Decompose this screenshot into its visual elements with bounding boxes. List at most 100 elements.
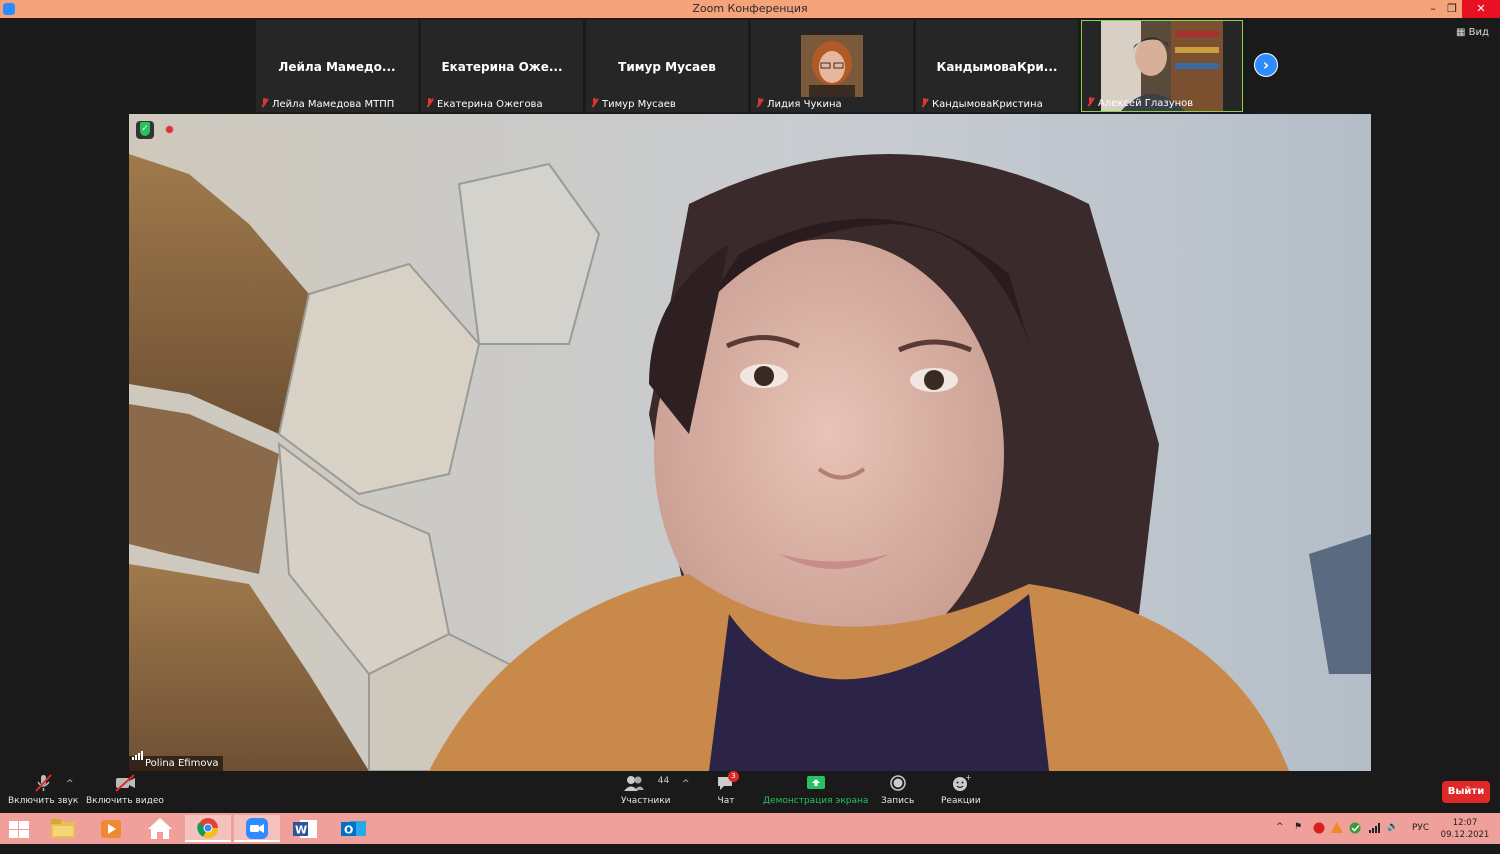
mic-muted-icon xyxy=(260,98,269,108)
taskbar-home[interactable] xyxy=(137,815,183,842)
share-screen-icon xyxy=(806,776,825,789)
taskbar-word[interactable]: W xyxy=(282,815,328,842)
participant-tile[interactable]: Лидия Чукина xyxy=(751,20,913,112)
participant-label-text: Лейла Мамедова МТПП xyxy=(272,99,395,110)
volume-icon[interactable]: 🔊 xyxy=(1387,822,1398,853)
clock-time: 12:07 xyxy=(1452,818,1478,828)
leave-meeting-button[interactable]: Выйти xyxy=(1442,781,1490,803)
participant-display-name: КандымоваКри... xyxy=(936,60,1058,74)
view-button[interactable]: ▦ Вид xyxy=(1456,27,1489,38)
outlook-icon: O xyxy=(341,821,366,837)
speaker-video-frame xyxy=(129,114,1371,771)
mic-muted-icon xyxy=(35,774,52,792)
participant-label: Лидия Чукина xyxy=(755,98,842,110)
record-label: Запись xyxy=(881,796,915,806)
chat-icon-group: 3 xyxy=(716,771,739,792)
restore-icon[interactable]: ❐ xyxy=(1441,0,1463,18)
chrome-icon xyxy=(197,818,218,838)
participant-label: Екатерина Ожегова xyxy=(425,98,543,110)
view-button-label: Вид xyxy=(1468,27,1489,38)
reactions-button[interactable]: + Реакции xyxy=(941,774,981,806)
taskbar-zoom[interactable] xyxy=(234,815,280,842)
grid-icon: ▦ xyxy=(1456,27,1466,38)
video-off-icon xyxy=(115,774,135,792)
participants-label: Участники xyxy=(621,796,671,806)
participants-icon-group: 44 xyxy=(623,774,669,792)
gallery-next-page-button[interactable]: › xyxy=(1254,53,1278,77)
share-screen-label: Демонстрация экрана xyxy=(763,796,869,806)
chat-unread-badge: 3 xyxy=(728,771,739,782)
participants-button[interactable]: 44 Участники xyxy=(621,774,671,806)
active-speaker-video xyxy=(129,114,1371,771)
media-player-icon xyxy=(101,820,121,838)
home-icon xyxy=(148,818,172,839)
windows-taskbar: W O ^ ⚑ 🔊 РУС 12:07 09.12.2021 xyxy=(0,813,1500,844)
reactions-smiley-icon: + xyxy=(952,774,971,791)
start-video-label: Включить видео xyxy=(86,796,164,806)
zoom-icon xyxy=(246,818,268,839)
mic-muted-icon xyxy=(755,98,764,108)
tray-security-check-icon[interactable] xyxy=(1349,822,1363,853)
participant-display-name: Тимур Мусаев xyxy=(618,60,716,74)
svg-text:+: + xyxy=(965,774,971,782)
windows-start-icon[interactable] xyxy=(9,821,29,839)
action-center-flag-icon[interactable]: ⚑ xyxy=(1294,822,1302,853)
window-title: Zoom Конференция xyxy=(692,2,808,15)
word-icon: W xyxy=(293,820,317,838)
participant-tile-active-speaker[interactable]: Алексей Глазунов xyxy=(1081,20,1243,112)
record-button[interactable]: Запись xyxy=(881,774,914,806)
participant-photo xyxy=(801,35,863,97)
speaker-name-label: Polina Efimova xyxy=(129,751,223,771)
mic-muted-icon xyxy=(1086,97,1095,107)
taskbar-chrome[interactable] xyxy=(185,815,231,842)
close-icon[interactable]: ✕ xyxy=(1462,0,1500,18)
participant-tile[interactable]: Лейла Мамедо... Лейла Мамедова МТПП xyxy=(256,20,418,112)
taskbar-media-player[interactable] xyxy=(88,815,134,842)
clock-date: 09.12.2021 xyxy=(1440,830,1490,840)
tray-app-orange-icon[interactable] xyxy=(1331,822,1343,853)
participants-options-chevron-up-icon[interactable]: ^ xyxy=(682,779,690,789)
title-bar: Zoom Конференция – ❐ ✕ xyxy=(0,0,1500,18)
encryption-shield-icon[interactable] xyxy=(136,121,154,139)
participant-gallery-strip: Лейла Мамедо... Лейла Мамедова МТПП Екат… xyxy=(0,18,1500,114)
participant-display-name: Екатерина Оже... xyxy=(441,60,563,74)
participant-label: Лейла Мамедова МТПП xyxy=(260,98,394,110)
mic-muted-icon xyxy=(590,98,599,108)
tray-app-red-icon[interactable] xyxy=(1313,822,1325,853)
svg-text:O: O xyxy=(344,824,353,837)
share-screen-button[interactable]: Демонстрация экрана xyxy=(763,774,868,806)
folder-icon xyxy=(51,819,75,838)
start-video-button[interactable]: Включить видео xyxy=(86,774,164,806)
network-signal-icon[interactable] xyxy=(1369,822,1381,853)
system-clock[interactable]: 12:07 09.12.2021 xyxy=(1437,817,1493,841)
participant-label-text: КандымоваКристина xyxy=(932,99,1043,110)
mic-muted-icon xyxy=(425,98,434,108)
participants-icon xyxy=(623,776,644,791)
recording-indicator-icon xyxy=(165,125,174,134)
participant-label-text: Алексей Глазунов xyxy=(1098,98,1194,109)
input-language-indicator[interactable]: РУС xyxy=(1412,823,1429,854)
speaker-name: Polina Efimova xyxy=(145,758,219,769)
unmute-label: Включить звук xyxy=(8,796,79,806)
participant-label: Тимур Мусаев xyxy=(590,98,676,110)
participant-tile[interactable]: Екатерина Оже... Екатерина Ожегова xyxy=(421,20,583,112)
taskbar-outlook[interactable]: O xyxy=(330,815,376,842)
participant-label: Алексей Глазунов xyxy=(1086,97,1193,109)
participants-count: 44 xyxy=(657,776,670,786)
chat-button[interactable]: 3 Чат xyxy=(716,771,739,806)
record-icon xyxy=(889,775,906,791)
mic-muted-icon xyxy=(920,98,929,108)
chat-label: Чат xyxy=(717,796,735,806)
tray-show-hidden-icon[interactable]: ^ xyxy=(1276,822,1284,853)
participant-label: КандымоваКристина xyxy=(920,98,1043,110)
participant-display-name: Лейла Мамедо... xyxy=(278,60,396,74)
participant-label-text: Тимур Мусаев xyxy=(602,99,676,110)
participant-tile[interactable]: КандымоваКри... КандымоваКристина xyxy=(916,20,1078,112)
taskbar-file-explorer[interactable] xyxy=(40,815,86,842)
participant-label-text: Лидия Чукина xyxy=(767,99,842,110)
meeting-controls: Включить звук ^ Включить видео 44 Участн… xyxy=(0,771,1500,813)
participant-tile[interactable]: Тимур Мусаев Тимур Мусаев xyxy=(586,20,748,112)
participant-label-text: Екатерина Ожегова xyxy=(437,99,543,110)
audio-options-chevron-up-icon[interactable]: ^ xyxy=(66,779,74,789)
svg-text:W: W xyxy=(295,824,307,837)
